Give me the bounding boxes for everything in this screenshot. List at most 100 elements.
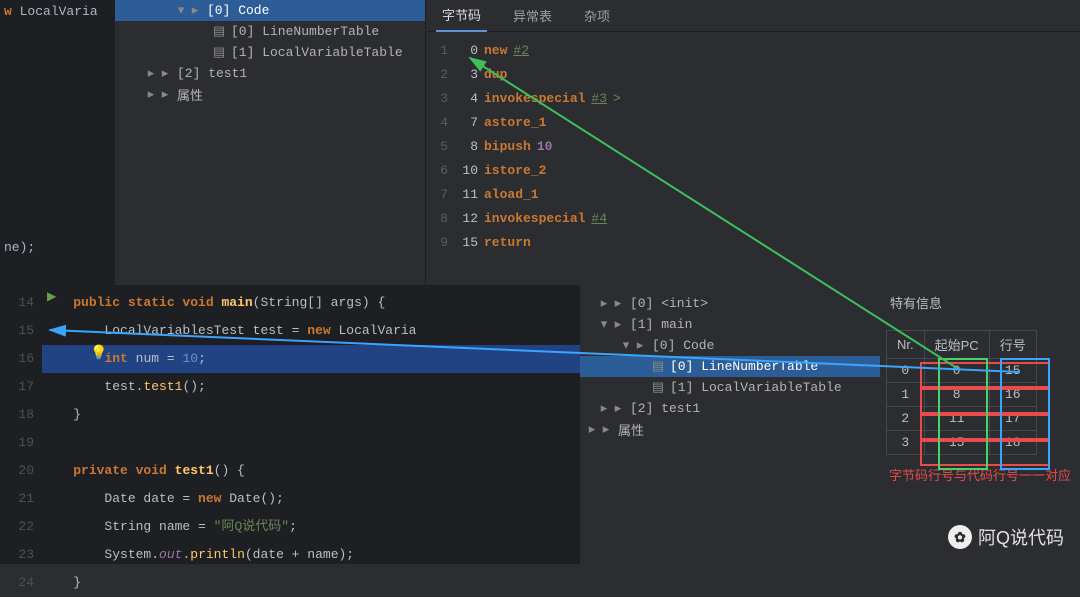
chevron-right-icon[interactable]: ▸ (586, 422, 598, 437)
chevron-down-icon[interactable]: ▾ (620, 338, 632, 353)
tree-node-test1[interactable]: ▸ ▸ [2] test1 (115, 63, 425, 84)
tree-node-main[interactable]: ▾ ▸ [1] main (580, 314, 880, 335)
tree-node-localvariabletable[interactable]: ▤ [1] LocalVariableTable (115, 42, 425, 63)
chevron-right-icon[interactable]: ▸ (598, 296, 610, 311)
code-line-14[interactable]: public static void main(String[] args) { (42, 289, 580, 317)
document-icon: ▤ (211, 45, 227, 60)
col-nr[interactable]: Nr. (887, 331, 925, 359)
tree-label: [1] LocalVariableTable (670, 380, 842, 395)
tree-node-test1[interactable]: ▸ ▸ [2] test1 (580, 398, 880, 419)
tab-exception-table[interactable]: 异常表 (507, 0, 558, 31)
line-number-info-panel: 特有信息 Nr. 起始PC 行号 001518162111731518 字节码行… (880, 285, 1080, 564)
classfile-tree-top[interactable]: ▾ ▸ [0] Code ▤ [0] LineNumberTable ▤ [1]… (115, 0, 425, 285)
bytecode-line[interactable]: 610 istore_2 (426, 158, 1080, 182)
tree-node-code[interactable]: ▾ ▸ [0] Code (115, 0, 425, 21)
chevron-right-icon[interactable]: ▸ (145, 66, 157, 81)
classname: LocalVaria (12, 4, 98, 19)
table-row[interactable]: 31518 (887, 431, 1037, 455)
bytecode-line[interactable]: 58 bipush10 (426, 134, 1080, 158)
chevron-right-icon[interactable]: ▸ (598, 401, 610, 416)
fragment-line: ne); (4, 240, 35, 255)
run-gutter-icon[interactable]: ▶ (47, 289, 56, 304)
editor-lines[interactable]: public static void main(String[] args) {… (42, 285, 580, 564)
folder-icon: ▸ (598, 422, 614, 437)
bytecode-line[interactable]: 915 return (426, 230, 1080, 254)
code-line-15[interactable]: LocalVariablesTest test = new LocalVaria (42, 317, 580, 345)
folder-icon: ▸ (610, 317, 626, 332)
document-icon: ▤ (211, 24, 227, 39)
tree-label: [2] test1 (630, 401, 700, 416)
tree-label: [1] LocalVariableTable (231, 45, 403, 60)
gutter-line-number: 15 (0, 317, 34, 345)
bytecode-line[interactable]: 23 dup (426, 62, 1080, 86)
intention-bulb-icon[interactable]: 💡 (90, 345, 107, 362)
bytecode-tabs: 字节码 异常表 杂项 (426, 0, 1080, 32)
tree-label: [1] main (630, 317, 692, 332)
wechat-icon: ✿ (948, 525, 972, 549)
chevron-down-icon[interactable]: ▾ (598, 317, 610, 332)
tree-label: [0] LineNumberTable (670, 359, 818, 374)
annotation-caption: 字节码行号与代码行号一一对应 (886, 465, 1074, 484)
tree-label: [2] test1 (177, 66, 247, 81)
tree-label: [0] LineNumberTable (231, 24, 379, 39)
code-line-19[interactable] (42, 429, 580, 457)
code-line-22[interactable]: String name = "阿Q说代码"; (42, 513, 580, 541)
tree-node-linenumbertable[interactable]: ▤ [0] LineNumberTable (115, 21, 425, 42)
code-line-16[interactable]: int num = 10; (42, 345, 580, 373)
tree-node-code[interactable]: ▾ ▸ [0] Code (580, 335, 880, 356)
col-start-pc[interactable]: 起始PC (924, 331, 989, 359)
code-line-24[interactable]: } (42, 569, 580, 597)
chevron-down-icon[interactable]: ▾ (175, 3, 187, 18)
tree-node-linenumbertable[interactable]: ▤ [0] LineNumberTable (580, 356, 880, 377)
tree-label: 属性 (618, 420, 644, 439)
code-editor[interactable]: 1415161718192021222324 public static voi… (0, 285, 580, 564)
col-line-number[interactable]: 行号 (989, 331, 1036, 359)
table-row[interactable]: 0015 (887, 359, 1037, 383)
bytecode-line[interactable]: 812 invokespecial#4 (426, 206, 1080, 230)
bytecode-line[interactable]: 34 invokespecial#3> (426, 86, 1080, 110)
table-row[interactable]: 21117 (887, 407, 1037, 431)
folder-icon: ▸ (610, 296, 626, 311)
bytecode-line[interactable]: 47 astore_1 (426, 110, 1080, 134)
document-icon: ▤ (650, 359, 666, 374)
classfile-tree-bottom[interactable]: ▸ ▸ [0] <init> ▾ ▸ [1] main ▾ ▸ [0] Code… (580, 285, 880, 564)
gutter-line-number: 21 (0, 485, 34, 513)
bytecode-line[interactable]: 711 aload_1 (426, 182, 1080, 206)
folder-icon: ▸ (632, 338, 648, 353)
source-fragment-top: w LocalVaria ne); (0, 0, 115, 285)
tab-bytecode[interactable]: 字节码 (436, 0, 487, 32)
folder-icon: ▸ (157, 87, 173, 102)
table-row[interactable]: 1816 (887, 383, 1037, 407)
gutter-line-number: 23 (0, 541, 34, 569)
code-line-20[interactable]: private void test1() { (42, 457, 580, 485)
tree-node-init[interactable]: ▸ ▸ [0] <init> (580, 293, 880, 314)
gutter-line-number: 20 (0, 457, 34, 485)
keyword: w (4, 4, 12, 19)
chevron-right-icon[interactable]: ▸ (145, 87, 157, 102)
folder-icon: ▸ (610, 401, 626, 416)
code-line-21[interactable]: Date date = new Date(); (42, 485, 580, 513)
tab-misc[interactable]: 杂项 (578, 0, 616, 31)
document-icon: ▤ (650, 380, 666, 395)
bytecode-listing[interactable]: 10 new#223 dup34 invokespecial#3>47 asto… (426, 32, 1080, 254)
editor-gutter: 1415161718192021222324 (0, 285, 42, 564)
gutter-line-number: 16 (0, 345, 34, 373)
tree-node-localvariabletable[interactable]: ▤ [1] LocalVariableTable (580, 377, 880, 398)
code-line-18[interactable]: } (42, 401, 580, 429)
bytecode-line[interactable]: 10 new#2 (426, 38, 1080, 62)
gutter-line-number: 22 (0, 513, 34, 541)
gutter-line-number: 19 (0, 429, 34, 457)
tree-label: 属性 (177, 85, 203, 104)
line-number-table[interactable]: Nr. 起始PC 行号 001518162111731518 (886, 330, 1037, 455)
tree-label: [0] Code (207, 3, 269, 18)
tree-node-props[interactable]: ▸ ▸ 属性 (115, 84, 425, 105)
tree-label: [0] Code (652, 338, 714, 353)
gutter-line-number: 18 (0, 401, 34, 429)
gutter-line-number: 17 (0, 373, 34, 401)
code-line-23[interactable]: System.out.println(date + name); (42, 541, 580, 569)
watermark: ✿ 阿Q说代码 (948, 524, 1064, 550)
tree-node-props[interactable]: ▸ ▸ 属性 (580, 419, 880, 440)
folder-icon: ▸ (187, 3, 203, 18)
fragment-line: w LocalVaria (4, 4, 111, 19)
code-line-17[interactable]: test.test1(); (42, 373, 580, 401)
